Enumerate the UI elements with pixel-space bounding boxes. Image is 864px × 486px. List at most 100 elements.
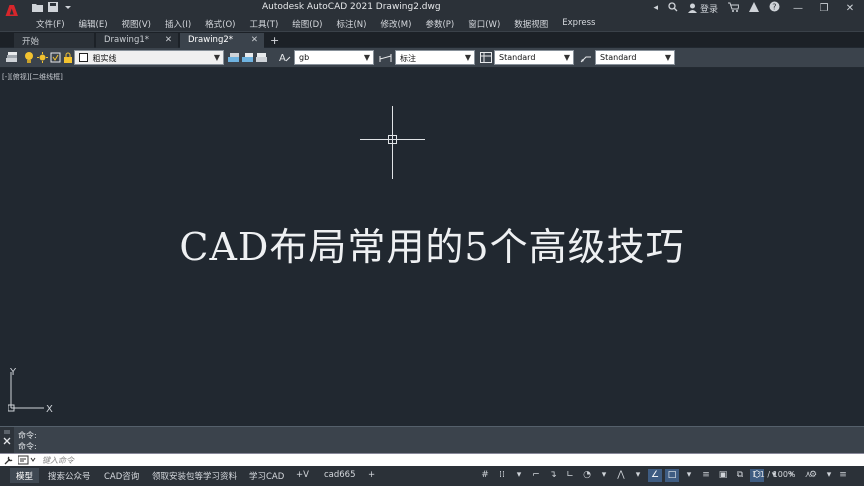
polar-tracking-icon[interactable]: ◔ bbox=[580, 469, 594, 482]
object-snap-tracking-icon[interactable]: ∠ bbox=[648, 469, 662, 482]
tab-layout-1[interactable]: 搜索公众号 bbox=[42, 468, 97, 483]
svg-text:?: ? bbox=[772, 3, 776, 12]
menu-edit[interactable]: 编辑(E) bbox=[79, 16, 116, 31]
add-layout-button[interactable]: + bbox=[362, 468, 382, 483]
isometric-dropdown-icon[interactable]: ▾ bbox=[631, 469, 645, 482]
command-window-grip[interactable] bbox=[0, 427, 14, 454]
command-input-placeholder: 键入命令 bbox=[42, 456, 74, 465]
layer-color-swatch bbox=[79, 53, 88, 62]
properties-toolbar: 粗实线 ▼ A gb ▼ 标注 ▼ Standard ▼ Standard ▼ bbox=[0, 48, 864, 68]
object-snap-icon[interactable]: □ bbox=[665, 469, 679, 482]
table-style-icon[interactable] bbox=[480, 52, 492, 63]
close-tab-icon[interactable]: ✕ bbox=[165, 35, 172, 45]
sun-icon[interactable] bbox=[37, 52, 48, 63]
menu-file[interactable]: 文件(F) bbox=[36, 16, 73, 31]
viewport-freeze-icon[interactable] bbox=[50, 52, 61, 63]
help-icon[interactable]: ? bbox=[769, 1, 780, 15]
infer-constraints-icon[interactable]: ⌐ bbox=[529, 469, 543, 482]
tab-drawing1[interactable]: Drawing1* ✕ bbox=[96, 33, 178, 48]
menu-modify[interactable]: 修改(M) bbox=[380, 16, 419, 31]
gear-icon[interactable]: ⚙ bbox=[806, 469, 820, 482]
tab-model[interactable]: 模型 bbox=[10, 468, 40, 483]
lineweight-icon[interactable]: ≡ bbox=[699, 469, 713, 482]
layer-properties-icon[interactable] bbox=[6, 52, 17, 63]
menu-data-view[interactable]: 数据视图 bbox=[514, 16, 556, 31]
search-icon[interactable] bbox=[668, 1, 678, 15]
chevron-down-icon: ▼ bbox=[664, 53, 671, 62]
ortho-icon[interactable]: ∟ bbox=[563, 469, 577, 482]
tab-start[interactable]: 开始 bbox=[14, 33, 94, 48]
match-layer-icon[interactable] bbox=[242, 52, 253, 63]
dimension-style-dropdown[interactable]: 标注 ▼ bbox=[395, 50, 475, 65]
ucs-x-label: X bbox=[46, 404, 53, 415]
text-style-dropdown[interactable]: gb ▼ bbox=[294, 50, 374, 65]
lightbulb-icon[interactable] bbox=[24, 52, 35, 63]
annotation-scale[interactable]: 1:1 / 100% bbox=[752, 470, 796, 479]
text-style-value: gb bbox=[299, 53, 310, 62]
dimension-style-icon[interactable] bbox=[379, 52, 392, 63]
cart-icon[interactable] bbox=[728, 2, 740, 15]
user-icon bbox=[687, 3, 697, 13]
tab-layout-5[interactable]: +V bbox=[290, 468, 315, 483]
dimension-style-value: 标注 bbox=[400, 54, 416, 63]
drawing-canvas[interactable]: [-][俯视][二维线框] CAD布局常用的5个高级技巧 Y X bbox=[0, 68, 864, 426]
layer-dropdown[interactable]: 粗实线 ▼ bbox=[74, 50, 224, 65]
menu-draw[interactable]: 绘图(D) bbox=[292, 16, 330, 31]
chevron-down-icon: ▼ bbox=[363, 53, 370, 62]
menu-window[interactable]: 窗口(W) bbox=[468, 16, 508, 31]
customization-icon[interactable]: ≡ bbox=[836, 469, 850, 482]
tab-layout-3[interactable]: 领取安装包等学习资料 bbox=[146, 468, 244, 483]
close-icon[interactable]: ✕ bbox=[842, 3, 858, 14]
close-tab-icon[interactable]: ✕ bbox=[251, 35, 258, 45]
account-icon[interactable] bbox=[749, 1, 759, 15]
quick-access-toolbar bbox=[32, 2, 74, 12]
menu-insert[interactable]: 插入(I) bbox=[165, 16, 199, 31]
osnap-dropdown-icon[interactable]: ▾ bbox=[682, 469, 696, 482]
dynamic-input-icon[interactable]: ↴ bbox=[546, 469, 560, 482]
lock-icon[interactable] bbox=[63, 52, 74, 63]
crosshair-pickbox bbox=[388, 135, 397, 144]
transparency-icon[interactable]: ▣ bbox=[716, 469, 730, 482]
snap-icon[interactable]: ⁞⁞ bbox=[495, 469, 509, 482]
menu-parametric[interactable]: 参数(P) bbox=[425, 16, 462, 31]
status-bar: 模型 搜索公众号 CAD咨询 领取安装包等学习资料 学习CAD +V cad66… bbox=[0, 466, 864, 486]
ucs-y-label: Y bbox=[9, 367, 17, 378]
tab-drawing2[interactable]: Drawing2* ✕ bbox=[180, 33, 264, 48]
title-right-controls: ◂ 登录 ? — ❐ ✕ bbox=[653, 1, 858, 15]
svg-text:A: A bbox=[279, 53, 286, 63]
menu-tools[interactable]: 工具(T) bbox=[249, 16, 286, 31]
grid-icon[interactable]: # bbox=[478, 469, 492, 482]
qat-dropdown-icon[interactable] bbox=[64, 2, 74, 12]
tab-layout-2[interactable]: CAD咨询 bbox=[98, 468, 146, 483]
login-button[interactable]: 登录 bbox=[687, 2, 718, 15]
tab-layout-6[interactable]: cad665 bbox=[318, 468, 362, 483]
isometric-icon[interactable]: ⋀ bbox=[614, 469, 628, 482]
selection-cycling-icon[interactable]: ⧉ bbox=[733, 469, 747, 482]
command-input[interactable]: 键入命令 bbox=[0, 453, 864, 466]
maximize-icon[interactable]: ❐ bbox=[816, 3, 832, 14]
viewport-controls-label[interactable]: [-][俯视][二维线框] bbox=[2, 72, 63, 82]
chevron-down-icon: ▼ bbox=[563, 53, 570, 62]
search-dropdown-icon[interactable]: ◂ bbox=[653, 3, 658, 13]
new-tab-button[interactable]: + bbox=[270, 34, 279, 47]
multileader-style-icon[interactable] bbox=[580, 52, 591, 63]
tab-layout-4[interactable]: 学习CAD bbox=[243, 468, 291, 483]
snap-dropdown-icon[interactable]: ▾ bbox=[512, 469, 526, 482]
minimize-icon[interactable]: — bbox=[790, 3, 806, 14]
polar-dropdown-icon[interactable]: ▾ bbox=[597, 469, 611, 482]
table-style-dropdown[interactable]: Standard ▼ bbox=[494, 50, 574, 65]
make-current-layer-icon[interactable] bbox=[228, 52, 239, 63]
text-style-icon[interactable]: A bbox=[279, 52, 291, 64]
menu-format[interactable]: 格式(O) bbox=[205, 16, 243, 31]
previous-layer-icon[interactable] bbox=[256, 52, 267, 63]
menu-express[interactable]: Express bbox=[562, 16, 603, 31]
save-icon[interactable] bbox=[48, 2, 58, 12]
menu-view[interactable]: 视图(V) bbox=[122, 16, 159, 31]
command-history-line: 命令: bbox=[18, 442, 37, 451]
open-icon[interactable] bbox=[32, 2, 43, 12]
menu-dimension[interactable]: 标注(N) bbox=[336, 16, 374, 31]
ucs-icon: Y X bbox=[8, 367, 53, 415]
chevron-down-icon: ▼ bbox=[213, 53, 220, 62]
settings-dropdown-icon[interactable]: ▾ bbox=[822, 469, 836, 482]
multileader-style-dropdown[interactable]: Standard ▼ bbox=[595, 50, 675, 65]
